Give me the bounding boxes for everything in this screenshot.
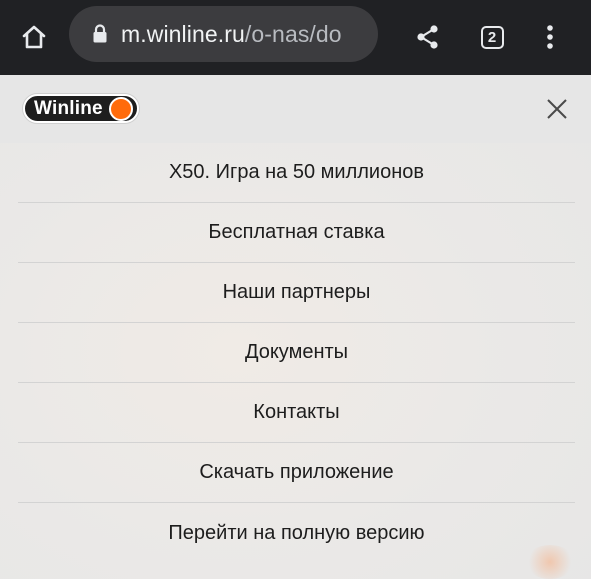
home-button[interactable]: [14, 17, 54, 57]
site-menu: X50. Игра на 50 миллионов Бесплатная ста…: [18, 143, 575, 563]
lock-icon: [89, 23, 111, 45]
menu-item-documents[interactable]: Документы: [18, 323, 575, 383]
logo-text: Winline: [34, 97, 103, 119]
tab-switcher-icon: 2: [480, 25, 504, 49]
logo-pill: Winline: [23, 94, 139, 123]
menu-item-free-bet[interactable]: Бесплатная ставка: [18, 203, 575, 263]
logo-dot-icon: [108, 96, 133, 121]
share-button[interactable]: [408, 17, 448, 57]
winline-logo[interactable]: Winline: [23, 94, 149, 123]
tab-count: 2: [487, 28, 497, 46]
home-icon: [22, 25, 46, 49]
close-icon: [547, 99, 567, 119]
url-host: m.winline.ru: [121, 20, 245, 47]
menu-item-full-version[interactable]: Перейти на полную версию: [18, 503, 575, 563]
menu-item-contacts[interactable]: Контакты: [18, 383, 575, 443]
close-menu-button[interactable]: [541, 93, 573, 125]
background-glow: [525, 545, 575, 579]
share-icon: [417, 25, 438, 49]
menu-item-download-app[interactable]: Скачать приложение: [18, 443, 575, 503]
address-bar[interactable]: m.winline.ru/o-nas/do: [69, 6, 378, 62]
browser-toolbar: m.winline.ru/o-nas/do 2: [0, 0, 591, 75]
tab-switcher-button[interactable]: 2: [472, 17, 512, 57]
site-header: Winline: [0, 75, 591, 143]
url-text: m.winline.ru/o-nas/do: [121, 21, 342, 48]
more-vertical-icon: [547, 25, 553, 49]
url-path: /o-nas/do: [244, 20, 342, 47]
menu-item-partners[interactable]: Наши партнеры: [18, 263, 575, 323]
page-content: Winline X50. Игра на 50 миллионов Беспла…: [0, 75, 591, 579]
more-menu-button[interactable]: [530, 17, 570, 57]
menu-item-x50[interactable]: X50. Игра на 50 миллионов: [18, 143, 575, 203]
